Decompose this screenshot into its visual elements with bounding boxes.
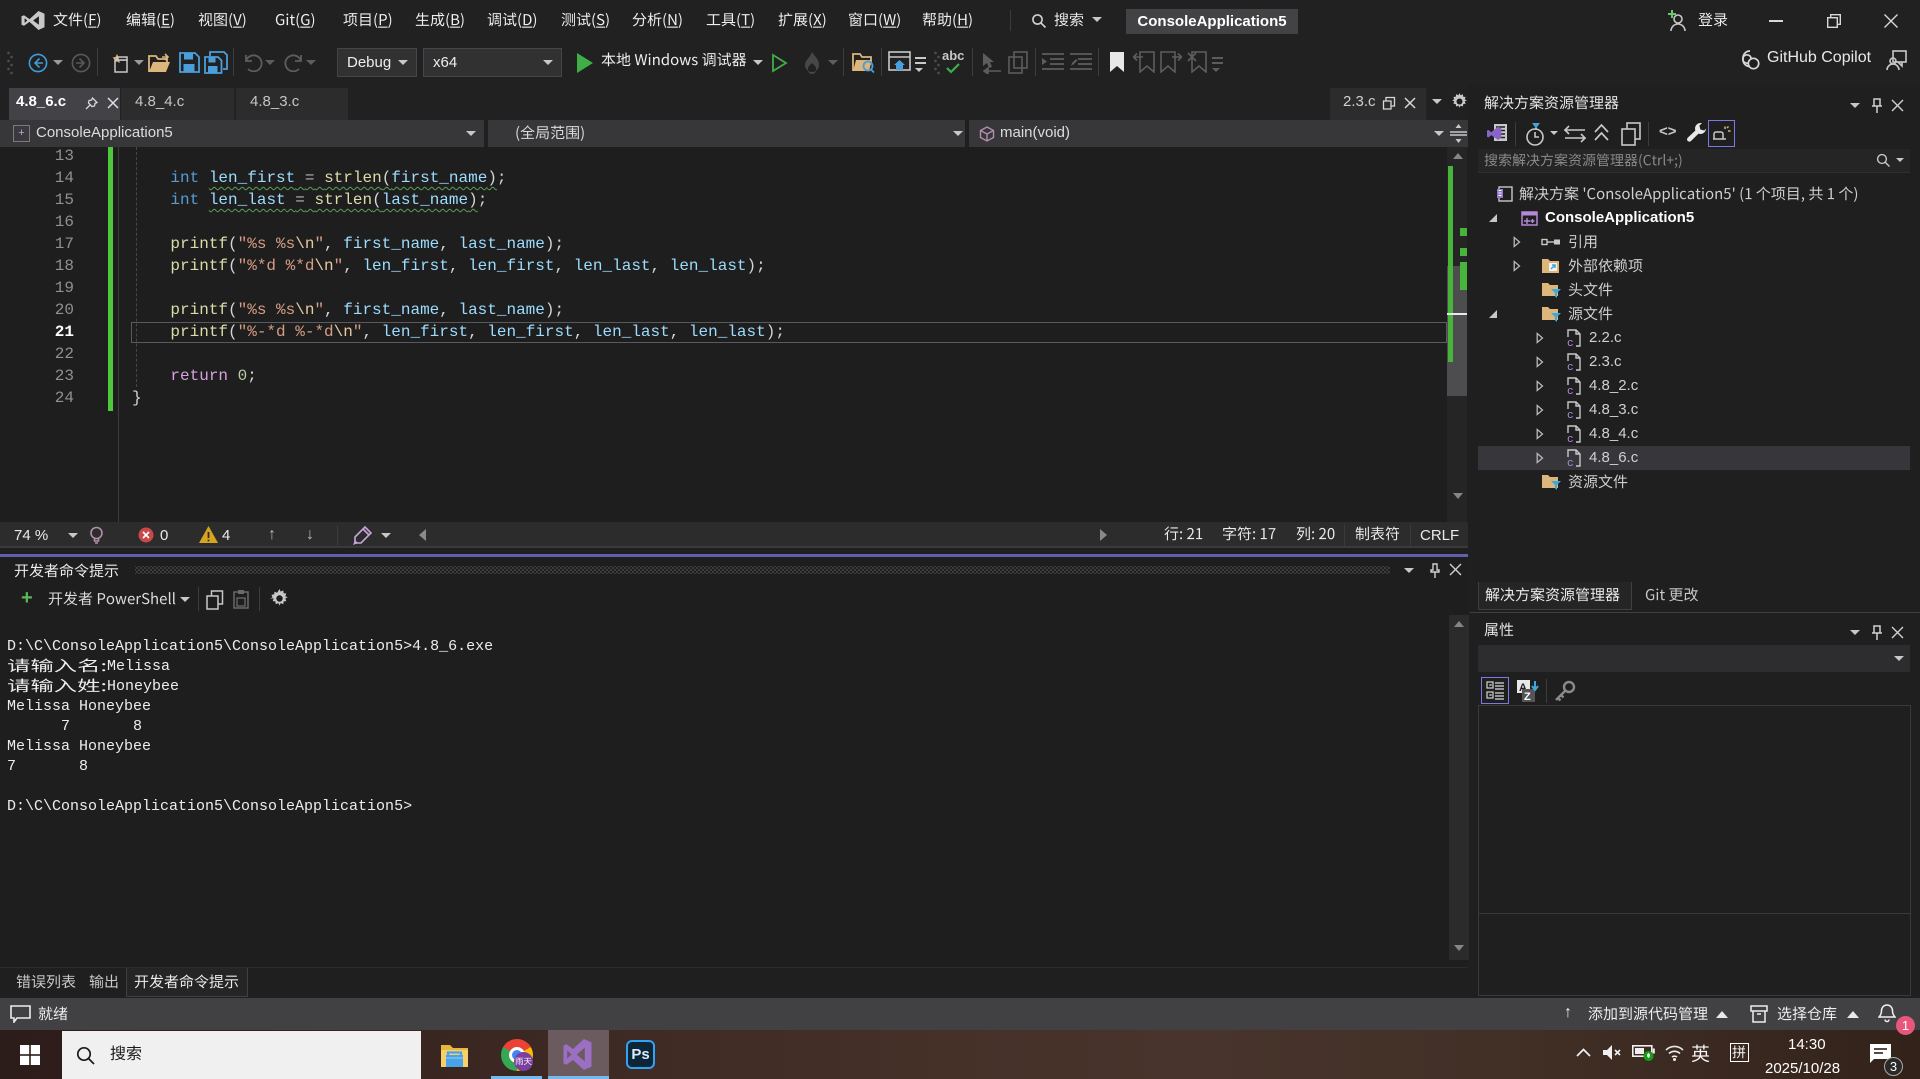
svg-text:c: c: [1567, 434, 1574, 443]
svg-text:c: c: [1567, 362, 1574, 371]
svg-text:c: c: [1567, 458, 1574, 467]
svg-text:c: c: [1567, 386, 1574, 395]
svg-text:c: c: [1567, 338, 1574, 347]
svg-text:Z: Z: [1524, 691, 1531, 703]
svg-text:c: c: [1567, 410, 1574, 419]
